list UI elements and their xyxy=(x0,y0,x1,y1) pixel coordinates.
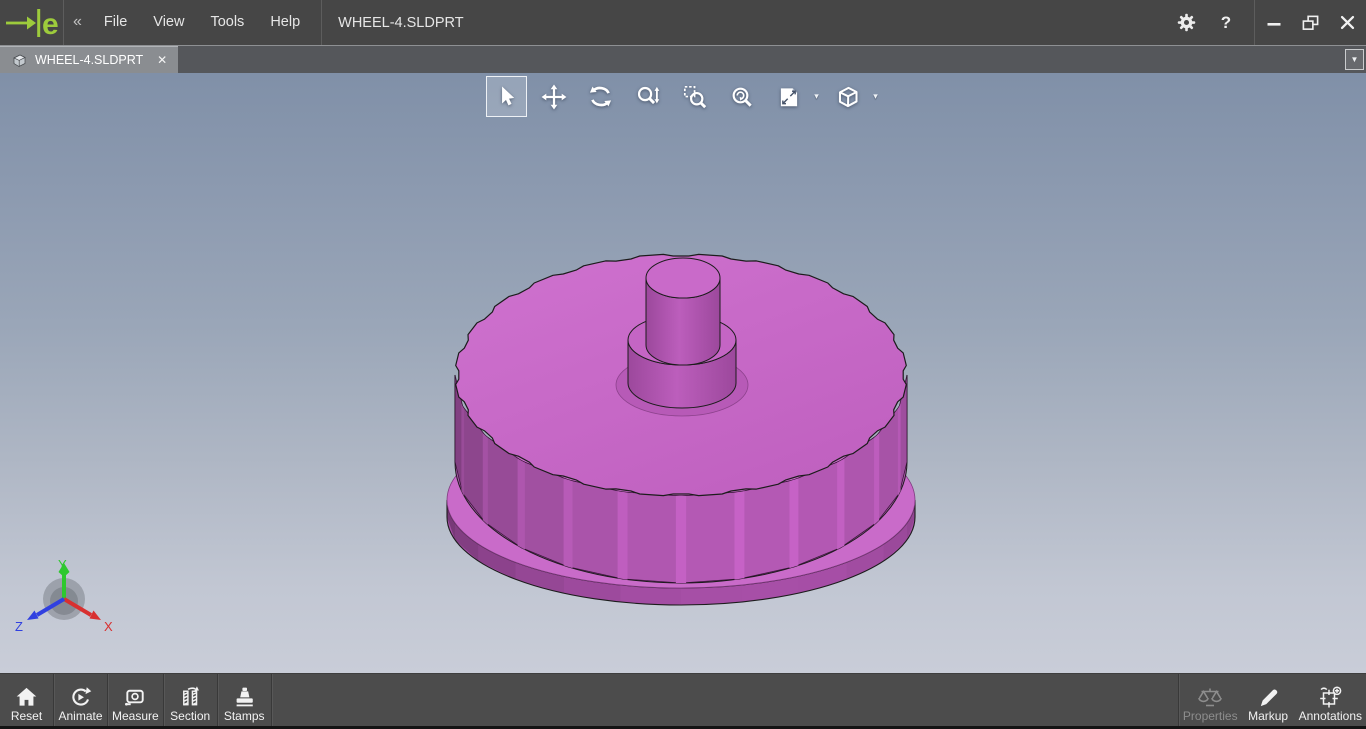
select-tool-button[interactable] xyxy=(486,76,527,117)
reset-button[interactable]: Reset xyxy=(0,674,53,726)
close-icon xyxy=(1340,15,1355,30)
menu-help[interactable]: Help xyxy=(257,0,313,45)
tab-wheel-4-sldprt[interactable]: WHEEL-4.SLDPRT ✕ xyxy=(0,46,179,73)
section-icon xyxy=(182,686,199,706)
zoom-in-out-icon xyxy=(637,86,659,104)
tab-label: WHEEL-4.SLDPRT xyxy=(35,53,144,67)
wheel-part-model[interactable] xyxy=(0,73,1366,673)
triad-x-arrowhead xyxy=(89,610,101,620)
animate-icon xyxy=(72,687,92,706)
zoom-fit-tool-button[interactable] xyxy=(721,76,762,117)
rotate-tool-button[interactable] xyxy=(580,76,621,117)
help-button[interactable]: ? xyxy=(1206,0,1246,45)
bottombar-spacer xyxy=(272,674,1178,726)
rotate-icon xyxy=(589,86,612,107)
zoom-fit-icon xyxy=(732,87,752,107)
edrawings-logo: e xyxy=(0,0,64,45)
animate-button[interactable]: Animate xyxy=(54,674,107,726)
zoom-area-icon xyxy=(683,85,706,108)
annotations-icon xyxy=(1320,686,1342,708)
home-icon xyxy=(16,687,37,706)
annotations-label: Annotations xyxy=(1298,709,1362,723)
annotations-button[interactable]: Annotations xyxy=(1295,674,1366,726)
document-title: WHEEL-4.SLDPRT xyxy=(338,14,464,31)
pan-icon xyxy=(541,84,566,109)
section-button[interactable]: Section xyxy=(164,674,217,726)
view-sheet-tool-button[interactable] xyxy=(768,76,809,117)
markup-pencil-icon xyxy=(1260,689,1277,707)
edrawings-logo-icon: e xyxy=(5,8,59,40)
menu-file[interactable]: File xyxy=(91,0,140,45)
viewport-3d[interactable]: ▾ ▾ Y Z X xyxy=(0,73,1366,673)
properties-icon xyxy=(1198,688,1223,707)
triad-y-label: Y xyxy=(58,557,67,572)
markup-label: Markup xyxy=(1248,709,1289,723)
restore-button[interactable] xyxy=(1292,0,1329,45)
reset-label: Reset xyxy=(10,709,43,723)
section-label: Section xyxy=(170,709,211,723)
tab-close-icon[interactable]: ✕ xyxy=(157,54,167,66)
stamps-label: Stamps xyxy=(223,709,265,723)
titlebar: e « File View Tools Help WHEEL-4.SLDPRT … xyxy=(0,0,1366,45)
close-button[interactable] xyxy=(1329,0,1366,45)
bottom-toolbar: Reset Animate Measure Section Stamps Pro… xyxy=(0,673,1366,729)
menu-tools[interactable]: Tools xyxy=(197,0,257,45)
view-sheet-dropdown-caret[interactable]: ▾ xyxy=(810,91,823,102)
triad-z-label: Z xyxy=(15,619,23,634)
chevron-down-icon: ▼ xyxy=(1350,55,1359,64)
animate-label: Animate xyxy=(58,709,103,723)
view-orientation-tool-button[interactable] xyxy=(827,76,868,117)
properties-button: Properties xyxy=(1179,674,1242,726)
stamps-button[interactable]: Stamps xyxy=(218,674,271,726)
markup-button[interactable]: Markup xyxy=(1242,674,1295,726)
triad-z-arrowhead xyxy=(27,610,39,620)
zoom-tool-button[interactable] xyxy=(627,76,668,117)
settings-button[interactable] xyxy=(1166,0,1206,45)
properties-label: Properties xyxy=(1182,709,1238,723)
measure-label: Measure xyxy=(112,709,159,723)
svg-text:e: e xyxy=(42,8,59,40)
minimize-button[interactable] xyxy=(1255,0,1292,45)
view-sheet-icon xyxy=(780,87,797,106)
tabbar: WHEEL-4.SLDPRT ✕ ▼ xyxy=(0,45,1366,73)
select-cursor-icon xyxy=(502,86,515,106)
zoom-area-tool-button[interactable] xyxy=(674,76,715,117)
measure-icon xyxy=(124,689,144,706)
gear-icon xyxy=(1177,13,1195,32)
cube-icon xyxy=(838,86,858,108)
part-icon xyxy=(13,54,26,67)
triad-x-label: X xyxy=(104,619,113,634)
viewport-toolbar: ▾ ▾ xyxy=(483,76,883,117)
restore-icon xyxy=(1302,15,1319,30)
pan-tool-button[interactable] xyxy=(533,76,574,117)
minimize-icon xyxy=(1267,22,1280,26)
tab-overflow-button[interactable]: ▼ xyxy=(1345,49,1364,70)
stamp-icon xyxy=(236,687,253,707)
question-mark-icon: ? xyxy=(1220,12,1232,32)
collapse-menu-chevron[interactable]: « xyxy=(73,13,82,31)
menu-view[interactable]: View xyxy=(140,0,197,45)
orientation-triad: Y Z X xyxy=(15,557,113,634)
view-orientation-dropdown-caret[interactable]: ▾ xyxy=(869,91,882,102)
measure-button[interactable]: Measure xyxy=(108,674,163,726)
